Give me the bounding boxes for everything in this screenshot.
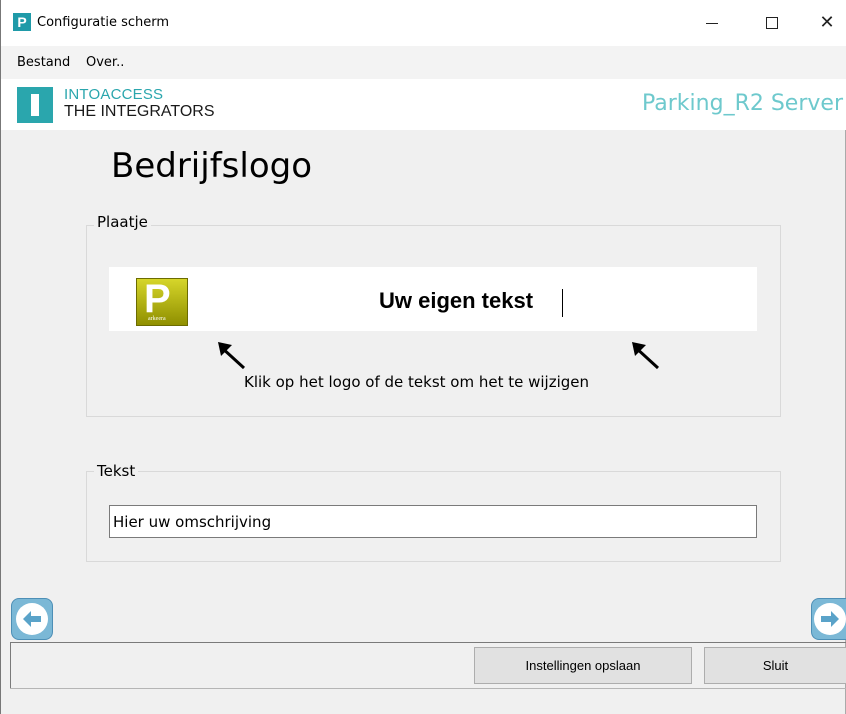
arrow-up-left-icon — [218, 342, 246, 370]
brand-name: INTOACCESS — [64, 86, 164, 103]
footer-bottom-border — [10, 688, 846, 689]
minimize-icon — [706, 22, 718, 24]
window-title: Configuratie scherm — [37, 15, 170, 30]
arrow-left-circle-icon — [16, 603, 48, 635]
brand-tagline: THE INTEGRATORS — [64, 103, 215, 120]
image-group-legend: Plaatje — [94, 213, 151, 231]
logo-hint-text: Klik op het logo of de tekst om het te w… — [244, 373, 590, 391]
footer-divider — [10, 642, 846, 643]
arrow-right-circle-icon — [813, 603, 846, 635]
menu-bestand[interactable]: Bestand — [17, 55, 70, 70]
server-name: Parking_R2 Server — [642, 91, 843, 116]
custom-text-label[interactable]: Uw eigen tekst — [379, 288, 533, 314]
arrow-up-left-icon — [632, 342, 660, 370]
company-logo-image[interactable]: P arkeera — [136, 277, 188, 326]
text-group-legend: Tekst — [94, 462, 139, 480]
maximize-button[interactable] — [749, 0, 795, 46]
description-input[interactable]: Hier uw omschrijving — [109, 505, 757, 538]
previous-button[interactable] — [11, 598, 53, 640]
page-title: Bedrijfslogo — [111, 146, 313, 186]
maximize-icon — [766, 17, 778, 29]
menu-bar: Bestand Over.. — [1, 46, 846, 79]
close-window-button[interactable]: ✕ — [804, 0, 846, 46]
minimize-button[interactable] — [689, 0, 735, 46]
logo-caption: arkeera — [148, 316, 166, 322]
text-caret — [562, 289, 563, 317]
configuration-window: P Configuratie scherm ✕ Bestand Over.. I… — [0, 0, 846, 714]
app-icon: P — [13, 13, 31, 31]
footer-left-border — [10, 642, 11, 689]
menu-over[interactable]: Over.. — [86, 55, 124, 70]
brand-header: INTOACCESS THE INTEGRATORS Parking_R2 Se… — [1, 79, 846, 130]
save-settings-button[interactable]: Instellingen opslaan — [474, 647, 692, 684]
next-button[interactable] — [811, 598, 846, 640]
close-icon: ✕ — [819, 12, 835, 33]
intoaccess-logo-icon — [17, 87, 53, 123]
close-button[interactable]: Sluit — [704, 647, 846, 684]
title-bar: P Configuratie scherm ✕ — [1, 0, 846, 46]
